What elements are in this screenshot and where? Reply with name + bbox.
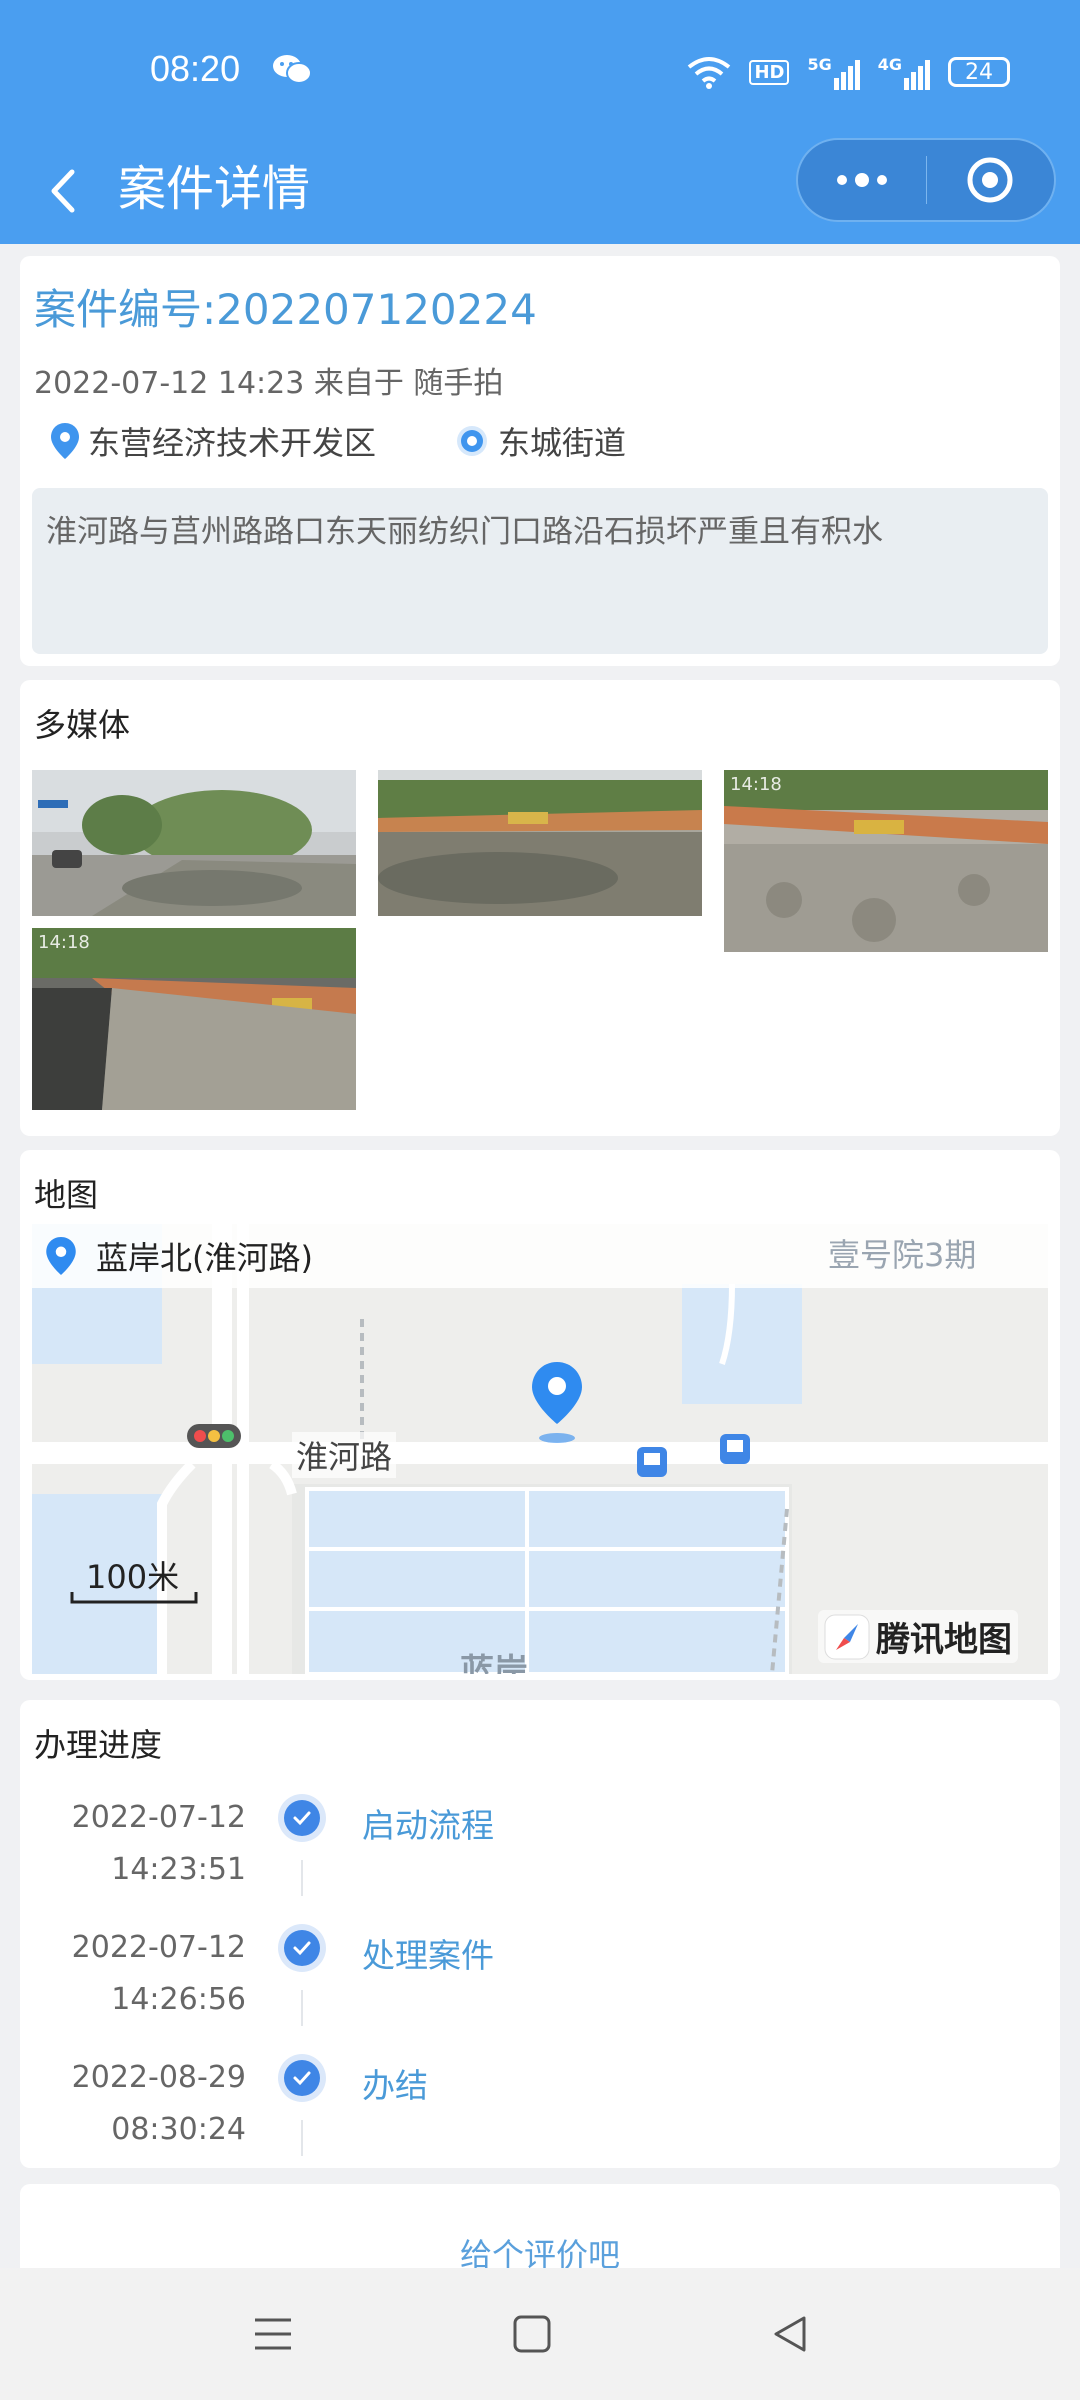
district-tag: 东营经济技术开发区	[50, 418, 376, 464]
photo-timestamp-4: 14:18	[38, 932, 90, 953]
back-triangle-icon[interactable]	[770, 2314, 810, 2354]
case-number: 案件编号:202207120224	[34, 285, 537, 334]
step-connector	[301, 1990, 303, 2026]
step-time: 14:23:51	[111, 1852, 246, 1887]
check-icon	[293, 1811, 311, 1826]
step-time: 14:26:56	[111, 1982, 246, 2017]
step-connector	[301, 1860, 303, 1896]
map-road-label: 淮河路	[292, 1432, 397, 1478]
photo-thumbnail-3[interactable]	[724, 770, 1048, 952]
tencent-map-logo: 腾讯地图	[818, 1610, 1018, 1663]
photo-thumbnail-4[interactable]	[32, 928, 356, 1110]
case-description: 淮河路与莒州路路口东天丽纺织门口路沿石损坏严重且有积水	[46, 514, 883, 550]
map-card: 地图 蓝岸北(淮河路) 壹号院3期 淮河路 蓝岸 100米 腾讯地图	[20, 1150, 1060, 1680]
step-check	[278, 2054, 326, 2102]
check-icon	[293, 1941, 311, 1956]
step-label: 办结	[362, 2066, 428, 2105]
status-icons: HD 5G 4G 24	[687, 52, 1010, 92]
step-time: 08:30:24	[111, 2112, 246, 2147]
step-date: 2022-07-12	[71, 1930, 246, 1965]
compass-icon	[824, 1614, 870, 1659]
media-card: 多媒体 14:18 14:18	[20, 680, 1060, 1136]
battery-icon: 24	[948, 57, 1010, 87]
map-area-label: 蓝岸	[460, 1652, 528, 1674]
locate-target-icon	[457, 426, 487, 456]
signal-4g-icon: 4G	[878, 55, 930, 90]
more-dots-icon	[836, 173, 887, 187]
more-button[interactable]	[798, 140, 926, 220]
check-icon	[293, 2071, 311, 2086]
step-label: 启动流程	[362, 1806, 494, 1845]
location-pin-icon	[46, 1237, 76, 1275]
media-title: 多媒体	[34, 706, 131, 744]
home-square-icon[interactable]	[512, 2314, 552, 2354]
district-label: 东营经济技术开发区	[88, 424, 377, 462]
signal-5g-label: 5G	[807, 54, 832, 74]
map-logo-text: 腾讯地图	[876, 1620, 1012, 1660]
miniprogram-capsule	[796, 138, 1056, 222]
map-view[interactable]: 蓝岸北(淮河路) 壹号院3期 淮河路 蓝岸 100米 腾讯地图	[32, 1224, 1048, 1674]
photo-timestamp-3: 14:18	[730, 774, 782, 795]
street-label: 东城街道	[498, 424, 627, 462]
step-check	[278, 1924, 326, 1972]
map-title: 地图	[34, 1176, 99, 1214]
map-canvas[interactable]	[32, 1224, 1048, 1674]
system-nav-bar	[0, 2268, 1080, 2400]
target-close-icon	[967, 157, 1013, 203]
map-location-name: 蓝岸北(淮河路)	[96, 1239, 313, 1277]
step-date: 2022-08-29	[71, 2060, 246, 2095]
progress-title: 办理进度	[34, 1726, 163, 1764]
location-pin-icon	[51, 423, 79, 459]
step-date: 2022-07-12	[71, 1800, 246, 1835]
photo-thumbnail-1[interactable]	[32, 770, 356, 916]
menu-icon[interactable]	[253, 2314, 293, 2354]
status-time: 08:20	[150, 48, 241, 89]
status-bar: 08:20 HD 5G 4G 24	[0, 0, 1080, 140]
close-miniprogram-button[interactable]	[927, 140, 1055, 220]
page-title: 案件详情	[118, 161, 311, 217]
chevron-left-icon[interactable]	[38, 156, 88, 226]
case-description-box: 淮河路与莒州路路口东天丽纺织门口路沿石损坏严重且有积水	[32, 488, 1048, 654]
case-info-card: 案件编号:202207120224 2022-07-12 14:23 来自于 随…	[20, 256, 1060, 666]
progress-card: 办理进度 2022-07-12 14:23:51 启动流程 2022-07-12…	[20, 1700, 1060, 2168]
wifi-icon	[688, 57, 731, 89]
signal-5g-icon: 5G	[807, 54, 860, 90]
case-meta: 2022-07-12 14:23 来自于 随手拍	[34, 366, 504, 401]
street-tag: 东城街道	[454, 418, 626, 464]
map-poi-label: 壹号院3期	[828, 1236, 977, 1274]
map-scale-label: 100米	[86, 1558, 180, 1596]
signal-4g-label: 4G	[877, 54, 902, 74]
step-connector	[301, 2120, 303, 2156]
wechat-icon	[273, 55, 312, 84]
step-label: 处理案件	[362, 1936, 494, 1975]
step-check	[278, 1794, 326, 1842]
hd-icon: HD	[749, 59, 790, 85]
photo-thumbnail-2[interactable]	[378, 770, 702, 916]
